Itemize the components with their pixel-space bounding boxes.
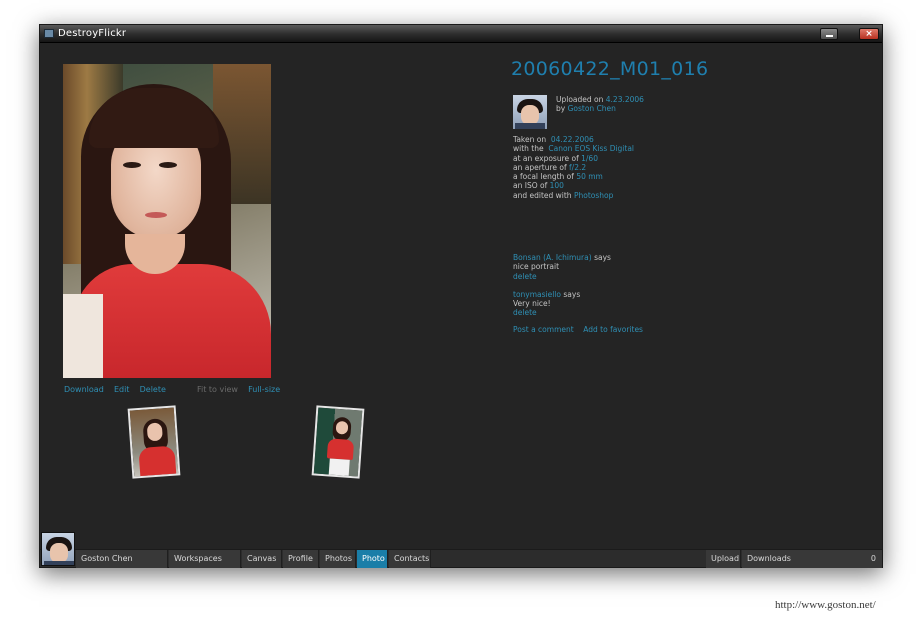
user-name[interactable]: Goston Chen	[76, 550, 168, 568]
taken-date-link[interactable]: 04.22.2006	[551, 135, 594, 144]
comment-text: nice portrait	[513, 262, 560, 272]
edit-link[interactable]: Edit	[114, 385, 130, 394]
focal-length-label: a focal length of	[513, 172, 574, 182]
delete-link[interactable]: Delete	[140, 385, 166, 394]
exif-info: Taken on 04.22.2006 with the Canon EOS K…	[513, 135, 634, 200]
watermark-text: http://www.goston.net/	[775, 599, 876, 611]
nav-workspaces[interactable]: Workspaces	[169, 550, 241, 568]
prev-photo-thumbnail[interactable]	[127, 405, 181, 479]
full-size-link[interactable]: Full-size	[248, 385, 280, 394]
nav-canvas[interactable]: Canvas	[242, 550, 282, 568]
uploader-link[interactable]: Goston Chen	[568, 104, 616, 113]
exposure-link[interactable]: 1/60	[581, 154, 598, 163]
view-mode-actions: Fit to view Full-size	[197, 385, 280, 394]
add-to-favorites-link[interactable]: Add to favorites	[583, 325, 643, 334]
app-icon	[44, 29, 54, 38]
downloads-label: Downloads	[747, 554, 791, 563]
downloads-count: 0	[870, 554, 876, 563]
upload-info: Uploaded on 4.23.2006 by Goston Chen	[556, 95, 644, 113]
nav-photos[interactable]: Photos	[320, 550, 356, 568]
comment: tonymasiello says Very nice! delete	[513, 290, 643, 318]
uploaded-on-label: Uploaded on	[556, 95, 604, 104]
taken-on-label: Taken on	[513, 135, 547, 144]
close-button[interactable]: ×	[859, 28, 879, 40]
nav-contacts[interactable]: Contacts	[389, 550, 431, 568]
post-comment-link[interactable]: Post a comment	[513, 325, 574, 334]
bottom-bar: Goston Chen Workspaces Canvas Profile Ph…	[40, 549, 882, 568]
focal-length-link[interactable]: 50 mm	[576, 172, 603, 181]
comment-says-label: says	[594, 253, 611, 262]
uploaded-date-link[interactable]: 4.23.2006	[606, 95, 644, 104]
photo-title: 20060422_M01_016	[511, 58, 709, 80]
aperture-link[interactable]: f/2.2	[569, 163, 586, 172]
user-avatar[interactable]	[41, 532, 75, 566]
comments-section: Bonsan (A. Ichimura) says nice portrait …	[513, 253, 643, 334]
camera-label: with the	[513, 144, 544, 154]
main-photo[interactable]	[63, 64, 271, 378]
uploader-avatar[interactable]	[513, 95, 547, 129]
nav-photo[interactable]: Photo	[357, 550, 388, 568]
exposure-label: at an exposure of	[513, 153, 579, 163]
next-photo-thumbnail[interactable]	[311, 405, 365, 479]
aperture-label: an aperture of	[513, 162, 567, 172]
comment-author-link[interactable]: Bonsan (A. Ichimura)	[513, 253, 592, 262]
iso-link[interactable]: 100	[550, 181, 564, 190]
by-label: by	[556, 104, 566, 113]
software-link[interactable]: Photoshop	[574, 191, 613, 200]
fit-to-view-link[interactable]: Fit to view	[197, 385, 238, 394]
comment: Bonsan (A. Ichimura) says nice portrait …	[513, 253, 643, 281]
software-label: and edited with	[513, 190, 572, 200]
download-link[interactable]: Download	[64, 385, 104, 394]
nav-profile[interactable]: Profile	[283, 550, 319, 568]
comment-says-label: says	[563, 289, 581, 299]
comment-text: Very nice!	[513, 299, 551, 309]
iso-label: an ISO of	[513, 181, 548, 191]
downloads-button[interactable]: Downloads 0	[742, 550, 882, 568]
title-bar: DestroyFlickr ×	[40, 25, 882, 43]
comment-delete-link[interactable]: delete	[513, 308, 643, 317]
minimize-button[interactable]	[820, 28, 838, 40]
comment-delete-link[interactable]: delete	[513, 272, 643, 281]
app-window: DestroyFlickr × Download Edit Delete Fit…	[39, 24, 883, 568]
comment-author-link[interactable]: tonymasiello	[513, 290, 561, 299]
upload-button[interactable]: Upload	[706, 550, 741, 568]
photo-actions: Download Edit Delete	[64, 385, 166, 394]
camera-link[interactable]: Canon EOS Kiss Digital	[548, 144, 634, 153]
window-title: DestroyFlickr	[58, 28, 127, 39]
